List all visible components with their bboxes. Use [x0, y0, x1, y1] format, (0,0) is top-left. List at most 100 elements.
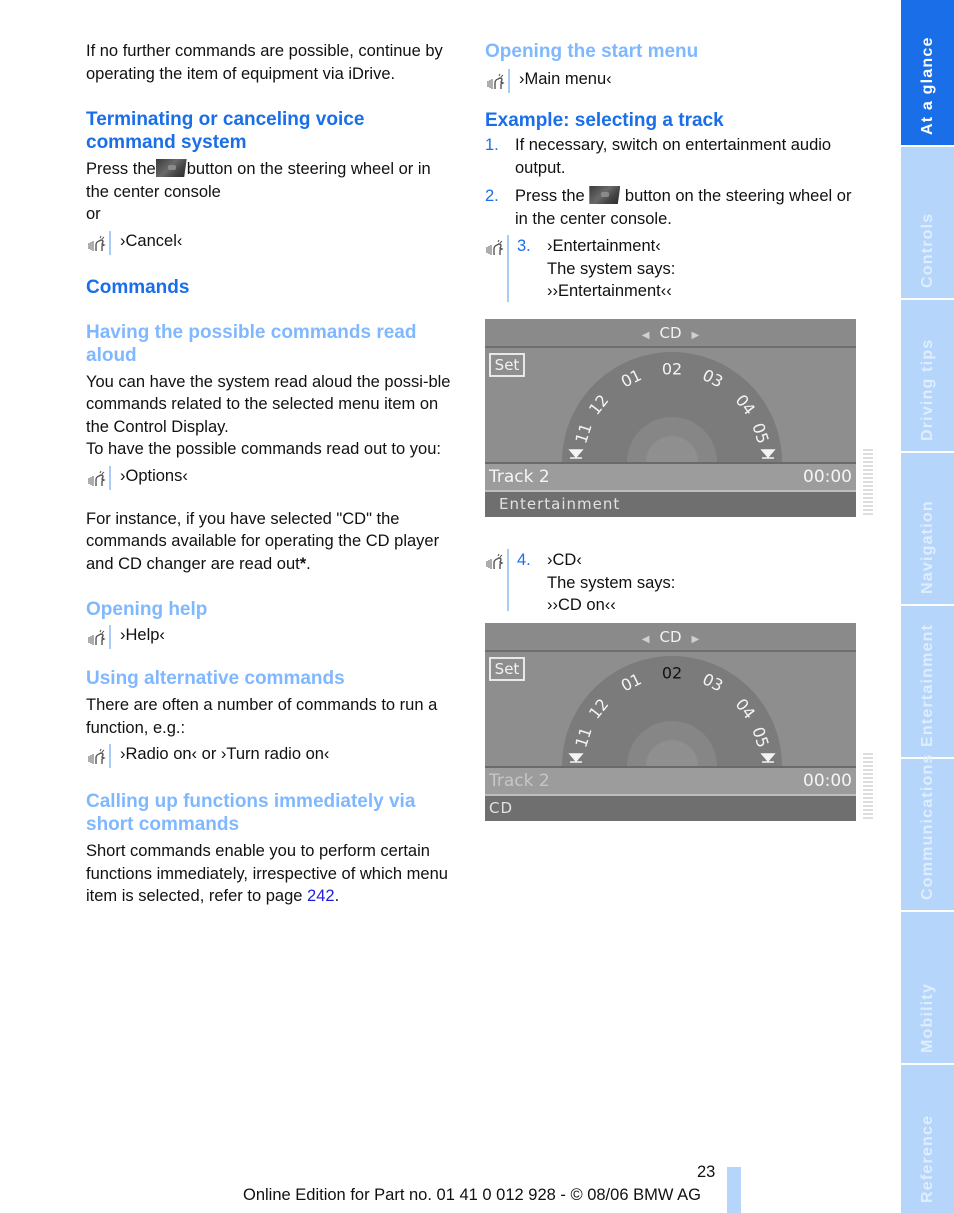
- step-text: Press the button on the steering wheel o…: [515, 185, 860, 230]
- step-text: If necessary, switch on entertainment au…: [515, 136, 832, 177]
- chapter-tab-controls[interactable]: Controls: [901, 147, 954, 298]
- chapter-tab-driving-tips[interactable]: Driving tips: [901, 300, 954, 451]
- chapter-tab-label: At a glance: [918, 36, 936, 135]
- voice-command-help: ›Help‹: [86, 625, 458, 651]
- chapter-tab-at-a-glance[interactable]: At a glance: [901, 0, 954, 145]
- track-number-02[interactable]: 02: [662, 664, 682, 683]
- step-number: 1.: [485, 136, 499, 154]
- track-label: Track 2: [489, 771, 550, 791]
- footer-text: Online Edition for Part no. 01 41 0 012 …: [243, 1186, 701, 1204]
- system-says-response: ››Entertainment‹‹: [547, 282, 672, 300]
- step-number: 3.: [517, 237, 531, 255]
- status-bar: Entertainment: [485, 490, 856, 517]
- step-number: 4.: [517, 551, 531, 569]
- right-column: Opening the start menu ›Main menu‹ Examp…: [485, 40, 873, 821]
- heading-terminating: Terminating or canceling voice command s…: [86, 109, 365, 153]
- step-text-before: Press the: [515, 187, 585, 205]
- step-1: 1. If necessary, switch on entertainment…: [485, 134, 860, 179]
- chapter-tab-label: Entertainment: [918, 623, 936, 747]
- voice-command-icon: [86, 465, 111, 490]
- image-code: [863, 449, 873, 517]
- voice-button-icon: [155, 159, 187, 177]
- command-turn-radio-on: ›Turn radio on‹: [220, 745, 330, 763]
- command-help: ›Help‹: [120, 626, 165, 644]
- step-content: ›Entertainment‹ The system says: ››Enter…: [547, 235, 675, 302]
- track-wheel: 111201 02 030405: [562, 352, 782, 462]
- heading-read-aloud: Having the possible commands read aloud: [86, 321, 417, 366]
- control-display-screen-1: ◀ CD ▶ 11 12 01 02 03 04 05 Set Track 2 00:00 Ent…: [485, 319, 873, 517]
- command-radio: ›Radio on‹ or ›Turn radio on‹: [120, 744, 329, 764]
- image-code: [863, 753, 873, 821]
- page-link-242[interactable]: 242: [307, 887, 335, 905]
- chapter-tab-communications[interactable]: Communications: [901, 753, 954, 910]
- chapter-tab-label: Navigation: [918, 500, 936, 594]
- chapter-tab-label: Mobility: [918, 982, 936, 1053]
- voice-command-icon: [86, 625, 111, 649]
- voice-command-icon: [485, 549, 509, 611]
- track-time: 00:00: [803, 771, 852, 791]
- short-text: Short commands enable you to perform cer…: [86, 842, 448, 905]
- command-cancel: ›Cancel‹: [120, 231, 183, 250]
- system-says-label: The system says:: [547, 259, 676, 278]
- chapter-tab-label: Controls: [918, 212, 936, 288]
- alternative-text: There are often a number of commands to …: [86, 696, 438, 737]
- read-aloud-example: For instance, if you have selected "CD" …: [86, 508, 458, 576]
- read-aloud-text2: To have the possible commands read out t…: [86, 440, 441, 458]
- voice-command-radio: ›Radio on‹ or ›Turn radio on‹: [86, 744, 458, 770]
- command-entertainment: ›Entertainment‹: [547, 237, 661, 255]
- voice-command-icon: [86, 230, 111, 255]
- status-bar: CD: [485, 794, 856, 821]
- or-text: or: [86, 205, 101, 223]
- page-number: 23: [697, 1163, 716, 1181]
- voice-command-main-menu: ›Main menu‹: [485, 69, 860, 95]
- track-bar: Track 2 00:00: [485, 462, 856, 490]
- terminating-text-before: Press the: [86, 160, 156, 178]
- voice-command-options: ›Options‹: [86, 465, 458, 492]
- command-radio-on: ›Radio on‹: [120, 745, 198, 763]
- chapter-tab-label: Driving tips: [918, 338, 936, 441]
- control-display-screen-2: ◀ CD ▶ 11 12 01 02 03 04 05 Set Track 2 00:00 CD: [485, 623, 873, 821]
- voice-button-icon: [589, 186, 621, 204]
- chapter-tab-entertainment[interactable]: Entertainment: [901, 606, 954, 757]
- track-bar: Track 2 00:00: [485, 766, 856, 794]
- chapter-tab-navigation[interactable]: Navigation: [901, 453, 954, 604]
- track-time: 00:00: [803, 467, 852, 487]
- set-button[interactable]: Set: [489, 353, 525, 377]
- chapter-tab-label: Communications: [918, 753, 936, 900]
- chapter-tabs: At a glance Controls Driving tips Navigatio…: [901, 0, 954, 1213]
- steps-list: 1. If necessary, switch on entertainment…: [485, 134, 860, 230]
- example-text: For instance, if you have selected "CD" …: [86, 509, 440, 573]
- track-label: Track 2: [489, 467, 550, 487]
- period: .: [306, 554, 311, 573]
- chapter-tab-mobility[interactable]: Mobility: [901, 912, 954, 1063]
- command-main-menu: ›Main menu‹: [519, 70, 612, 88]
- or-text: or: [201, 745, 217, 763]
- footer-marker: [727, 1167, 741, 1213]
- track-number-02[interactable]: 02: [662, 360, 682, 379]
- chapter-tab-label: Reference: [918, 1114, 936, 1203]
- step-content: ›CD‹ The system says: ››CD on‹‹: [547, 549, 676, 614]
- short-commands-text: Short commands enable you to perform cer…: [86, 840, 458, 908]
- command-options: ›Options‹: [120, 466, 188, 485]
- read-aloud-text: You can have the system read aloud the p…: [86, 372, 451, 436]
- voice-command-icon: [86, 744, 111, 768]
- voice-command-icon: [485, 69, 510, 93]
- step-3: 3. ›Entertainment‹ The system says: ››En…: [485, 235, 860, 302]
- heading-example: Example: selecting a track: [485, 110, 724, 131]
- left-column: If no further commands are possible, con…: [86, 40, 458, 908]
- command-cd: ›CD‹: [547, 551, 582, 569]
- track-wheel: 111201 02 030405: [562, 656, 782, 766]
- heading-commands: Commands: [86, 276, 190, 298]
- period: .: [334, 887, 340, 905]
- set-button[interactable]: Set: [489, 657, 525, 681]
- step-number: 2.: [485, 187, 499, 205]
- step-4: 4. ›CD‹ The system says: ››CD on‹‹: [485, 549, 860, 614]
- system-says-response: ››CD on‹‹: [547, 596, 616, 614]
- voice-command-cancel: ›Cancel‹: [86, 230, 458, 257]
- heading-short-commands: Calling up functions immediately via sho…: [86, 791, 416, 835]
- heading-start-menu: Opening the start menu: [485, 41, 699, 62]
- voice-command-icon: [485, 235, 509, 302]
- system-says-label: The system says:: [547, 573, 676, 592]
- chapter-tab-reference[interactable]: Reference: [901, 1065, 954, 1213]
- terminating-text: Press the button on the steering wheel or…: [86, 158, 458, 226]
